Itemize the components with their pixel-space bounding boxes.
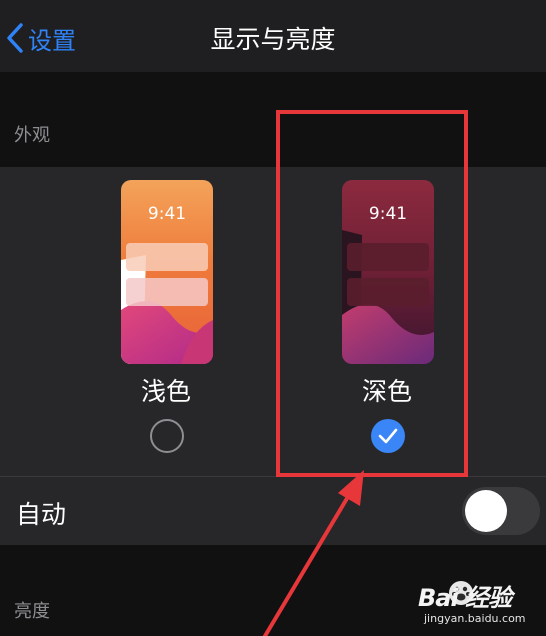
light-mode-preview[interactable]: 9:41 <box>121 180 213 364</box>
appearance-card <box>0 167 546 545</box>
page-title: 显示与亮度 <box>210 25 336 54</box>
watermark-url: jingyan.baidu.com <box>424 612 526 625</box>
divider <box>0 476 546 477</box>
checkmark-icon <box>378 428 398 444</box>
dark-mode-label: 深色 <box>361 377 412 406</box>
baidu-watermark: Bai 经验 jingyan.baidu.com <box>418 578 542 632</box>
section-header-brightness: 亮度 <box>14 601 50 622</box>
navigation-bar: 设置 显示与亮度 <box>0 0 546 72</box>
dark-preview-time: 9:41 <box>368 204 408 224</box>
light-mode-radio[interactable] <box>150 419 184 453</box>
automatic-toggle[interactable] <box>462 487 540 535</box>
automatic-label: 自动 <box>16 500 67 529</box>
dark-mode-preview[interactable]: 9:41 <box>342 180 434 364</box>
toggle-knob[interactable] <box>465 490 507 532</box>
light-preview-time: 9:41 <box>147 204 187 224</box>
light-mode-label: 浅色 <box>140 377 191 406</box>
watermark-brand: Bai 经验 <box>418 584 512 612</box>
section-header-appearance: 外观 <box>14 125 50 146</box>
section-gap <box>0 72 546 167</box>
dark-mode-radio[interactable] <box>371 419 405 453</box>
